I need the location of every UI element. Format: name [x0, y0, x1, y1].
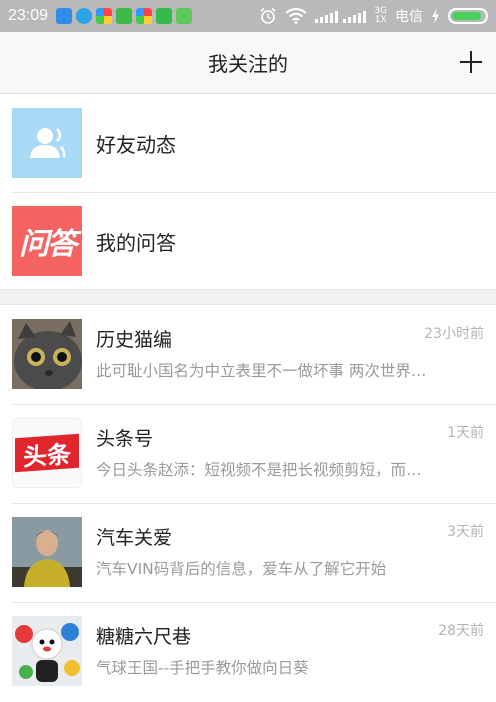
network-type: 3G 1X — [374, 7, 387, 25]
status-bar: 23:09 3G 1X 电信 — [0, 0, 496, 32]
friends-activity-label: 好友动态 — [96, 132, 176, 157]
post-time: 3天前 — [447, 524, 484, 540]
account-name: 头条号 — [96, 428, 154, 450]
network-type-bottom: 1X — [374, 15, 387, 25]
page-title: 我关注的 — [208, 52, 288, 76]
post-time: 1天前 — [447, 425, 484, 441]
friends-activity-item[interactable]: 好友动态 — [0, 94, 496, 192]
add-follow-button[interactable] — [454, 45, 488, 79]
followed-list: 历史猫编 23小时前 此可耻小国名为中立表里不一做坏事 两次世界… 头条 头条号… — [0, 304, 496, 702]
app-blue-icon — [56, 8, 73, 24]
shortcut-section: 好友动态 问答 我的问答 — [0, 94, 496, 290]
avatar — [12, 517, 82, 587]
balloon-avatar-icon — [12, 616, 82, 686]
page-header: 我关注的 — [0, 32, 496, 94]
list-item-body: 糖糖六尺巷 28天前 气球王国--手把手教你做向日葵 — [96, 616, 484, 701]
list-item[interactable]: 汽车关爱 3天前 汽车VIN码背后的信息，爱车从了解它开始 — [0, 503, 496, 602]
person-avatar-icon — [12, 517, 82, 587]
app-green-y-icon — [156, 8, 173, 24]
qa-icon-text: 问答 — [19, 227, 77, 262]
cat-avatar-icon — [12, 319, 82, 389]
plus-icon — [460, 51, 482, 73]
list-item[interactable]: 头条 头条号 1天前 今日头条赵添：短视频不是把长视频剪短，而… — [0, 404, 496, 503]
avatar — [12, 616, 82, 686]
post-snippet: 此可耻小国名为中立表里不一做坏事 两次世界… — [96, 362, 427, 380]
post-time: 28天前 — [438, 623, 484, 639]
toutiao-logo: 头条 — [15, 433, 79, 473]
avatar — [12, 319, 82, 389]
app-rainbow-icon — [136, 8, 153, 24]
my-qa-item[interactable]: 问答 我的问答 — [0, 192, 496, 290]
charging-icon — [432, 8, 439, 24]
toutiao-logo-text: 头条 — [23, 439, 71, 472]
battery-icon — [448, 8, 488, 24]
list-item[interactable]: 糖糖六尺巷 28天前 气球王国--手把手教你做向日葵 — [0, 602, 496, 701]
alarm-icon — [260, 7, 276, 24]
list-item-body: 头条号 1天前 今日头条赵添：短视频不是把长视频剪短，而… — [96, 418, 484, 503]
post-snippet: 汽车VIN码背后的信息，爱车从了解它开始 — [96, 560, 387, 578]
avatar: 头条 — [12, 418, 82, 488]
notification-icons — [56, 8, 193, 24]
my-qa-label: 我的问答 — [96, 230, 176, 255]
post-time: 23小时前 — [424, 326, 484, 342]
app-green-face-icon — [176, 8, 193, 24]
status-indicators: 3G 1X 电信 — [259, 6, 488, 26]
account-name: 糖糖六尺巷 — [96, 626, 192, 648]
post-snippet: 气球王国--手把手教你做向日葵 — [96, 659, 309, 677]
qa-icon: 问答 — [12, 206, 82, 276]
account-name: 汽车关爱 — [96, 527, 173, 549]
app-green-icon — [116, 8, 133, 24]
list-item-body: 历史猫编 23小时前 此可耻小国名为中立表里不一做坏事 两次世界… — [96, 319, 484, 404]
list-item-body: 汽车关爱 3天前 汽车VIN码背后的信息，爱车从了解它开始 — [96, 517, 484, 602]
battery-level — [452, 12, 481, 20]
status-time: 23:09 — [8, 7, 49, 24]
user-icon — [12, 108, 82, 178]
cloud-icon — [76, 8, 93, 24]
list-item[interactable]: 历史猫编 23小时前 此可耻小国名为中立表里不一做坏事 两次世界… — [0, 305, 496, 404]
wifi-icon — [285, 8, 307, 24]
app-rainbow-icon — [96, 8, 113, 24]
post-snippet: 今日头条赵添：短视频不是把长视频剪短，而… — [96, 461, 422, 479]
signal-icon — [315, 9, 367, 23]
carrier-label: 电信 — [395, 9, 423, 25]
